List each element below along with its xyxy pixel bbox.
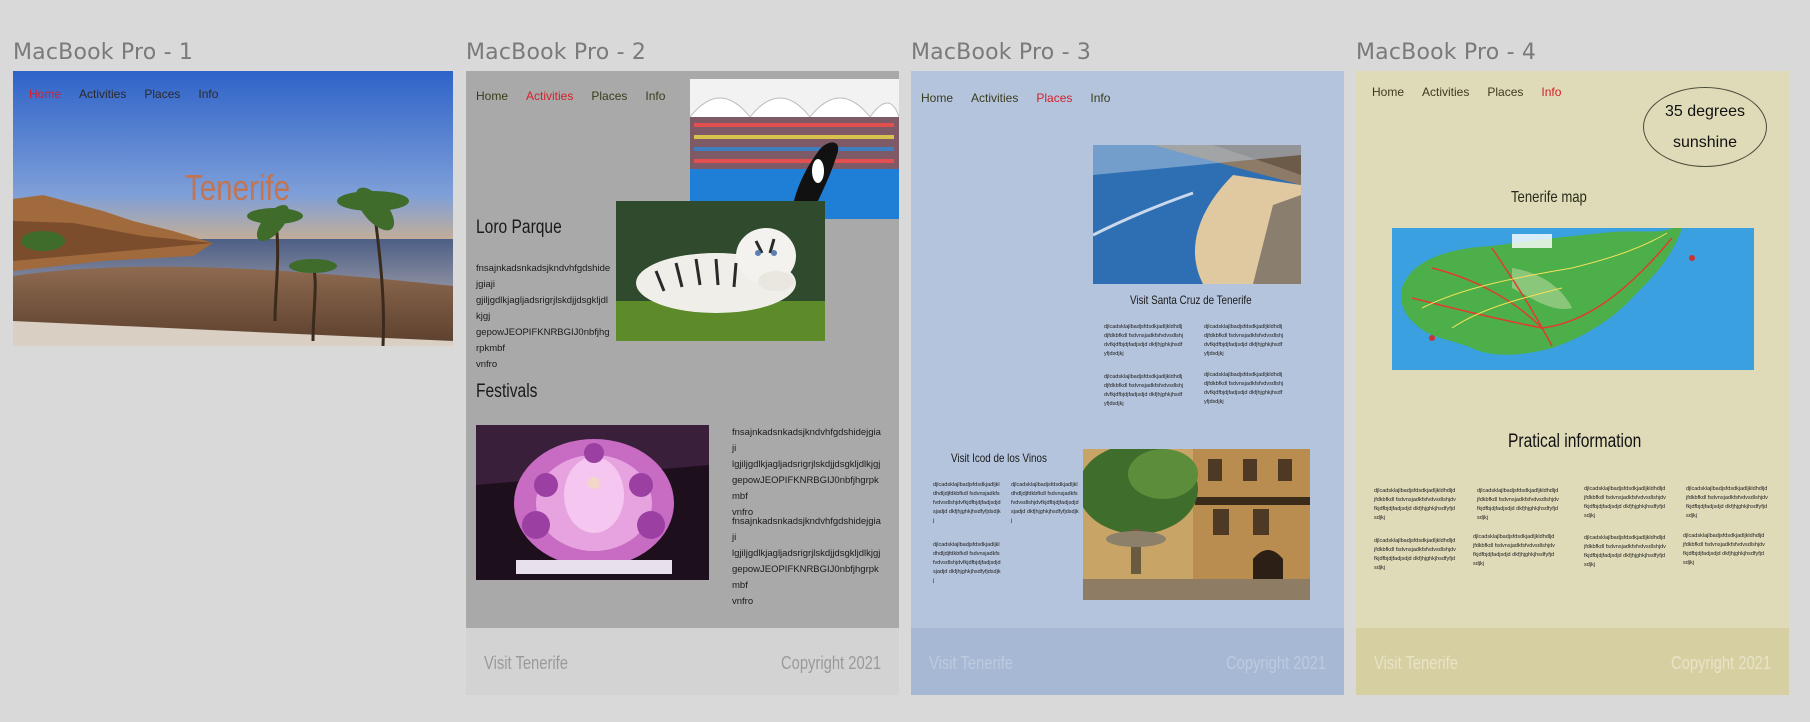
weather-condition: sunshine xyxy=(1672,134,1738,151)
section-text-festivals-2: fnsajnkadsnkadsjkndvhfgdshidejgiaji lgji… xyxy=(732,516,881,607)
info-text-3: djlcadsklajlbadjsfdsdkjadljkldhdljdjfdkb… xyxy=(1584,486,1666,519)
nav-places[interactable]: Places xyxy=(144,87,180,101)
orca-show-image xyxy=(690,79,899,219)
carnival-image xyxy=(476,425,709,580)
frame-macbook-pro-4[interactable]: Home Activities Places Info 35 degrees suns… xyxy=(1356,71,1789,695)
nav-home[interactable]: Home xyxy=(476,89,508,103)
nav-places[interactable]: Places xyxy=(591,89,627,103)
footer-brand[interactable]: Visit Tenerife xyxy=(1374,653,1476,674)
title-santa-cruz: Visit Santa Cruz de Tenerife xyxy=(1130,293,1252,307)
icod-plaza-image xyxy=(1083,449,1310,600)
text-santa-cruz-3: djlcadsklajlbadjsfdsdkjadljkldhdljdjfdkb… xyxy=(1104,374,1184,407)
text-santa-cruz-4: djlcadsklajlbadjsfdsdkjadljkldhdljdjfdkb… xyxy=(1204,372,1284,405)
info-text-2: djlcadsklajlbadjsfdsdkjadljkldhdljdjfdkb… xyxy=(1477,488,1559,521)
info-title: Pratical information xyxy=(1508,431,1642,452)
info-text-4: djlcadsklajlbadjsfdsdkjadljkldhdljdjfdkb… xyxy=(1686,486,1768,519)
nav-places[interactable]: Places xyxy=(1487,85,1523,99)
nav-activities[interactable]: Activities xyxy=(526,89,573,103)
section-text-festivals-1: fnsajnkadsnkadsjkndvhfgdshidejgiaji lgji… xyxy=(732,427,881,518)
text-icod-3: djlcadsklajlbadjsfdsdkjadljkldhdljdjfdkb… xyxy=(933,542,1001,584)
info-text-5: djlcadsklajlbadjsfdsdkjadljkldhdljdjfdkb… xyxy=(1374,538,1456,571)
info-text-7: djlcadsklajlbadjsfdsdkjadljkldhdljdjfdkb… xyxy=(1584,535,1666,568)
nav-bar: Home Activities Places Info xyxy=(1372,85,1579,99)
nav-home[interactable]: Home xyxy=(29,87,61,101)
section-title-loro-parque: Loro Parque xyxy=(476,217,562,238)
footer: Visit Tenerife Copyright 2021 xyxy=(911,628,1344,695)
nav-activities[interactable]: Activities xyxy=(971,91,1018,105)
text-santa-cruz-1: djlcadsklajlbadjsfdsdkjadljkldhdljdjfdkb… xyxy=(1104,324,1184,357)
section-text-loro-parque: fnsajnkadsnkadsjkndvhfgdshidejgiaji gjil… xyxy=(476,263,611,370)
map-title: Tenerife map xyxy=(1511,189,1587,206)
frame-label-3[interactable]: MacBook Pro - 3 xyxy=(911,40,1091,65)
nav-activities[interactable]: Activities xyxy=(1422,85,1469,99)
text-icod-1: djlcadsklajlbadjsfdsdkjadljkldhdljdjfdkb… xyxy=(933,482,1001,524)
frame-macbook-pro-1[interactable]: Home Activities Places Info Tenerife xyxy=(13,71,453,346)
section-title-festivals: Festivals xyxy=(476,381,538,402)
footer: Visit Tenerife Copyright 2021 xyxy=(1356,628,1789,695)
footer-copyright: Copyright 2021 xyxy=(780,653,881,673)
nav-bar: Home Activities Places Info xyxy=(476,89,683,103)
nav-info[interactable]: Info xyxy=(1090,91,1110,105)
nav-bar: Home Activities Places Info xyxy=(921,91,1128,105)
tenerife-map-image xyxy=(1392,228,1754,370)
weather-badge: 35 degrees sunshine xyxy=(1643,87,1767,167)
hero-title: Tenerife xyxy=(185,167,291,208)
info-text-1: djlcadsklajlbadjsfdsdkjadljkldhdljdjfdkb… xyxy=(1374,488,1456,521)
info-text-6: djlcadsklajlbadjsfdsdkjadljkldhdljdjfdkb… xyxy=(1473,534,1555,567)
text-santa-cruz-2: djlcadsklajlbadjsfdsdkjadljkldhdljdjfdkb… xyxy=(1204,324,1284,357)
nav-info[interactable]: Info xyxy=(1541,85,1561,99)
footer-brand[interactable]: Visit Tenerife xyxy=(484,653,586,674)
frame-macbook-pro-2[interactable]: Home Activities Places Info Loro Parque fns… xyxy=(466,71,899,695)
nav-info[interactable]: Info xyxy=(645,89,665,103)
frame-macbook-pro-3[interactable]: Home Activities Places Info Visit Santa Cru… xyxy=(911,71,1344,695)
nav-home[interactable]: Home xyxy=(1372,85,1404,99)
frame-label-4[interactable]: MacBook Pro - 4 xyxy=(1356,40,1536,65)
frame-label-1[interactable]: MacBook Pro - 1 xyxy=(13,40,193,65)
footer-brand[interactable]: Visit Tenerife xyxy=(929,653,1031,674)
weather-temperature: 35 degrees xyxy=(1664,103,1746,120)
title-icod: Visit Icod de los Vinos xyxy=(951,451,1047,465)
white-tiger-image xyxy=(616,201,825,341)
frame-label-2[interactable]: MacBook Pro - 2 xyxy=(466,40,646,65)
nav-activities[interactable]: Activities xyxy=(79,87,126,101)
text-icod-2: djlcadsklajlbadjsfdsdkjadljkldhdljdjfdkb… xyxy=(1011,482,1079,524)
nav-home[interactable]: Home xyxy=(921,91,953,105)
nav-bar: Home Activities Places Info xyxy=(29,87,236,101)
footer: Visit Tenerife Copyright 2021 xyxy=(466,628,899,695)
footer-copyright: Copyright 2021 xyxy=(1225,653,1326,673)
footer-copyright: Copyright 2021 xyxy=(1670,653,1771,673)
nav-info[interactable]: Info xyxy=(198,87,218,101)
beach-coast-image xyxy=(1093,145,1301,284)
nav-places[interactable]: Places xyxy=(1036,91,1072,105)
info-text-8: djlcadsklajlbadjsfdsdkjadljkldhdljdjfdkb… xyxy=(1683,533,1765,566)
